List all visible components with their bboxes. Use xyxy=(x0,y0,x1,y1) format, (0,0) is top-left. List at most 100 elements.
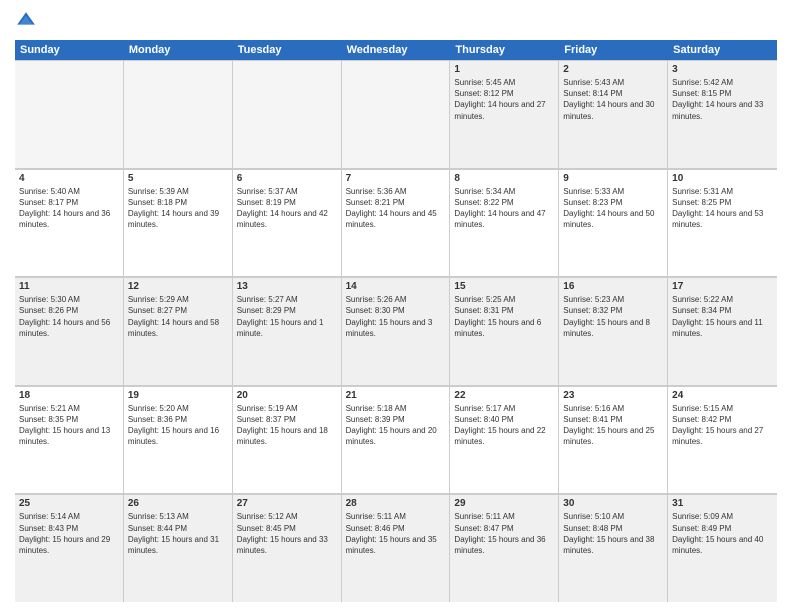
table-row: 5Sunrise: 5:39 AMSunset: 8:18 PMDaylight… xyxy=(124,170,233,277)
day-number: 5 xyxy=(128,173,228,184)
day-number: 16 xyxy=(563,281,663,292)
table-row: 3 Sunrise: 5:42 AMSunset: 8:15 PMDaylight… xyxy=(668,61,777,168)
weekday-header-friday: Friday xyxy=(559,40,668,60)
table-row xyxy=(233,61,342,168)
cell-content: Sunrise: 5:13 AMSunset: 8:44 PMDaylight:… xyxy=(128,511,228,556)
day-number: 23 xyxy=(563,390,663,401)
cell-content: Sunrise: 5:09 AMSunset: 8:49 PMDaylight:… xyxy=(672,511,773,556)
table-row: 18 Sunrise: 5:21 AMSunset: 8:35 PMDayligh… xyxy=(15,387,124,494)
cell-content: Sunrise: 5:22 AMSunset: 8:34 PMDaylight:… xyxy=(672,294,773,339)
table-row: 25 Sunrise: 5:14 AMSunset: 8:43 PMDayligh… xyxy=(15,495,124,602)
table-row: 15 Sunrise: 5:25 AMSunset: 8:31 PMDayligh… xyxy=(450,278,559,385)
cell-content: Sunrise: 5:33 AMSunset: 8:23 PMDaylight:… xyxy=(563,186,663,231)
table-row: 4 Sunrise: 5:40 AMSunset: 8:17 PMDaylight… xyxy=(15,170,124,277)
day-number: 11 xyxy=(19,281,119,292)
day-number: 25 xyxy=(19,498,119,509)
day-number: 24 xyxy=(672,390,773,401)
cell-content: Sunrise: 5:25 AMSunset: 8:31 PMDaylight:… xyxy=(454,294,554,339)
cell-content: Sunrise: 5:15 AMSunset: 8:42 PMDaylight:… xyxy=(672,403,773,448)
table-row: 27 Sunrise: 5:12 AMSunset: 8:45 PMDayligh… xyxy=(233,495,342,602)
calendar: SundayMondayTuesdayWednesdayThursdayFrid… xyxy=(15,40,777,602)
table-row: 11 Sunrise: 5:30 AMSunset: 8:26 PMDayligh… xyxy=(15,278,124,385)
cell-content: Sunrise: 5:14 AMSunset: 8:43 PMDaylight:… xyxy=(19,511,119,556)
table-row xyxy=(124,61,233,168)
cell-content: Sunrise: 5:11 AMSunset: 8:46 PMDaylight:… xyxy=(346,511,446,556)
table-row: 19Sunrise: 5:20 AMSunset: 8:36 PMDayligh… xyxy=(124,387,233,494)
day-number: 1 xyxy=(454,64,554,75)
table-row: 30 Sunrise: 5:10 AMSunset: 8:48 PMDayligh… xyxy=(559,495,668,602)
day-number: 27 xyxy=(237,498,337,509)
day-number: 7 xyxy=(346,173,446,184)
weekday-header-wednesday: Wednesday xyxy=(342,40,451,60)
day-number: 31 xyxy=(672,498,773,509)
table-row xyxy=(342,61,451,168)
cell-content: Sunrise: 5:26 AMSunset: 8:30 PMDaylight:… xyxy=(346,294,446,339)
cell-content: Sunrise: 5:21 AMSunset: 8:35 PMDaylight:… xyxy=(19,403,119,448)
calendar-body: 1 Sunrise: 5:45 AMSunset: 8:12 PMDaylight… xyxy=(15,60,777,602)
cell-content: Sunrise: 5:34 AMSunset: 8:22 PMDaylight:… xyxy=(454,186,554,231)
day-number: 12 xyxy=(128,281,228,292)
cell-content: Sunrise: 5:19 AMSunset: 8:37 PMDaylight:… xyxy=(237,403,337,448)
table-row: 12 Sunrise: 5:29 AMSunset: 8:27 PMDayligh… xyxy=(124,278,233,385)
logo-icon xyxy=(15,10,37,32)
table-row: 20Sunrise: 5:19 AMSunset: 8:37 PMDayligh… xyxy=(233,387,342,494)
table-row: 6Sunrise: 5:37 AMSunset: 8:19 PMDaylight… xyxy=(233,170,342,277)
day-number: 29 xyxy=(454,498,554,509)
day-number: 13 xyxy=(237,281,337,292)
table-row: 8Sunrise: 5:34 AMSunset: 8:22 PMDaylight… xyxy=(450,170,559,277)
cell-content: Sunrise: 5:17 AMSunset: 8:40 PMDaylight:… xyxy=(454,403,554,448)
table-row: 24 Sunrise: 5:15 AMSunset: 8:42 PMDayligh… xyxy=(668,387,777,494)
cell-content: Sunrise: 5:29 AMSunset: 8:27 PMDaylight:… xyxy=(128,294,228,339)
table-row: 21Sunrise: 5:18 AMSunset: 8:39 PMDayligh… xyxy=(342,387,451,494)
table-row: 29 Sunrise: 5:11 AMSunset: 8:47 PMDayligh… xyxy=(450,495,559,602)
cell-content: Sunrise: 5:43 AMSunset: 8:14 PMDaylight:… xyxy=(563,77,663,122)
cell-content: Sunrise: 5:16 AMSunset: 8:41 PMDaylight:… xyxy=(563,403,663,448)
cell-content: Sunrise: 5:40 AMSunset: 8:17 PMDaylight:… xyxy=(19,186,119,231)
table-row: 2Sunrise: 5:43 AMSunset: 8:14 PMDaylight… xyxy=(559,61,668,168)
table-row: 13 Sunrise: 5:27 AMSunset: 8:29 PMDayligh… xyxy=(233,278,342,385)
weekday-header-tuesday: Tuesday xyxy=(233,40,342,60)
table-row: 7Sunrise: 5:36 AMSunset: 8:21 PMDaylight… xyxy=(342,170,451,277)
table-row: 10 Sunrise: 5:31 AMSunset: 8:25 PMDayligh… xyxy=(668,170,777,277)
day-number: 18 xyxy=(19,390,119,401)
day-number: 3 xyxy=(672,64,773,75)
cell-content: Sunrise: 5:27 AMSunset: 8:29 PMDaylight:… xyxy=(237,294,337,339)
day-number: 15 xyxy=(454,281,554,292)
calendar-header: SundayMondayTuesdayWednesdayThursdayFrid… xyxy=(15,40,777,60)
cell-content: Sunrise: 5:20 AMSunset: 8:36 PMDaylight:… xyxy=(128,403,228,448)
day-number: 30 xyxy=(563,498,663,509)
calendar-row-2: 11 Sunrise: 5:30 AMSunset: 8:26 PMDayligh… xyxy=(15,277,777,386)
weekday-header-saturday: Saturday xyxy=(668,40,777,60)
day-number: 10 xyxy=(672,173,773,184)
table-row: 14Sunrise: 5:26 AMSunset: 8:30 PMDayligh… xyxy=(342,278,451,385)
cell-content: Sunrise: 5:31 AMSunset: 8:25 PMDaylight:… xyxy=(672,186,773,231)
weekday-header-sunday: Sunday xyxy=(15,40,124,60)
table-row: 31 Sunrise: 5:09 AMSunset: 8:49 PMDayligh… xyxy=(668,495,777,602)
day-number: 17 xyxy=(672,281,773,292)
day-number: 4 xyxy=(19,173,119,184)
table-row: 26 Sunrise: 5:13 AMSunset: 8:44 PMDayligh… xyxy=(124,495,233,602)
weekday-header-monday: Monday xyxy=(124,40,233,60)
table-row: 22 Sunrise: 5:17 AMSunset: 8:40 PMDayligh… xyxy=(450,387,559,494)
table-row: 23 Sunrise: 5:16 AMSunset: 8:41 PMDayligh… xyxy=(559,387,668,494)
cell-content: Sunrise: 5:11 AMSunset: 8:47 PMDaylight:… xyxy=(454,511,554,556)
page: SundayMondayTuesdayWednesdayThursdayFrid… xyxy=(0,0,792,612)
calendar-row-3: 18 Sunrise: 5:21 AMSunset: 8:35 PMDayligh… xyxy=(15,386,777,495)
logo xyxy=(15,10,39,32)
table-row: 28Sunrise: 5:11 AMSunset: 8:46 PMDayligh… xyxy=(342,495,451,602)
cell-content: Sunrise: 5:30 AMSunset: 8:26 PMDaylight:… xyxy=(19,294,119,339)
cell-content: Sunrise: 5:42 AMSunset: 8:15 PMDaylight:… xyxy=(672,77,773,122)
table-row xyxy=(15,61,124,168)
day-number: 21 xyxy=(346,390,446,401)
day-number: 9 xyxy=(563,173,663,184)
header xyxy=(15,10,777,32)
day-number: 26 xyxy=(128,498,228,509)
cell-content: Sunrise: 5:10 AMSunset: 8:48 PMDaylight:… xyxy=(563,511,663,556)
day-number: 22 xyxy=(454,390,554,401)
cell-content: Sunrise: 5:37 AMSunset: 8:19 PMDaylight:… xyxy=(237,186,337,231)
cell-content: Sunrise: 5:12 AMSunset: 8:45 PMDaylight:… xyxy=(237,511,337,556)
weekday-header-thursday: Thursday xyxy=(450,40,559,60)
calendar-row-0: 1 Sunrise: 5:45 AMSunset: 8:12 PMDaylight… xyxy=(15,60,777,169)
cell-content: Sunrise: 5:45 AMSunset: 8:12 PMDaylight:… xyxy=(454,77,554,122)
table-row: 16Sunrise: 5:23 AMSunset: 8:32 PMDayligh… xyxy=(559,278,668,385)
